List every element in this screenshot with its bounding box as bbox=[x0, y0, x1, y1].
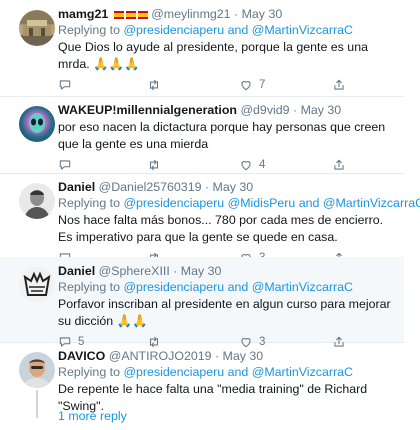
timestamp[interactable]: May 30 bbox=[213, 180, 254, 194]
avatar[interactable] bbox=[19, 10, 55, 46]
reply-button[interactable] bbox=[58, 78, 78, 92]
timestamp[interactable]: May 30 bbox=[181, 264, 222, 278]
like-count: 7 bbox=[259, 79, 266, 91]
spain-flag-icon bbox=[125, 11, 136, 19]
handle[interactable]: @d9vid9 bbox=[240, 103, 289, 117]
reply-button[interactable] bbox=[58, 158, 78, 172]
reply-mentions[interactable]: @presidenciaperu and @MartinVizcarraC bbox=[123, 365, 352, 379]
tweet-actions: 4 bbox=[58, 158, 400, 174]
replying-to: Replying to @presidenciaperu and @Martin… bbox=[58, 23, 353, 37]
retweet-button[interactable] bbox=[147, 78, 167, 92]
tweet-text: Nos hace falta más bonos... 780 por cada… bbox=[58, 213, 384, 244]
like-button[interactable]: 7 bbox=[239, 78, 265, 92]
tweet-5[interactable]: DAVICO @ANTIROJO2019 · May 30 Replying t… bbox=[0, 342, 404, 430]
reply-mentions[interactable]: @presidenciaperu and @MartinVizcarraC bbox=[123, 280, 352, 294]
reply-icon bbox=[59, 80, 71, 90]
share-icon bbox=[334, 79, 344, 90]
avatar[interactable] bbox=[19, 183, 55, 219]
spain-flag-icon bbox=[113, 11, 124, 19]
retweet-icon bbox=[149, 159, 159, 171]
tweet-actions: 7 bbox=[58, 78, 400, 94]
display-name[interactable]: WAKEUP!millennialgeneration bbox=[58, 103, 237, 117]
avatar[interactable] bbox=[19, 267, 55, 303]
retweet-button[interactable] bbox=[147, 158, 167, 172]
share-icon bbox=[334, 159, 344, 170]
share-button[interactable] bbox=[332, 158, 346, 172]
replying-to: Replying to @presidenciaperu and @Martin… bbox=[58, 365, 353, 379]
display-name[interactable]: mamg21 bbox=[58, 7, 108, 21]
reply-mentions[interactable]: @presidenciaperu and @MartinVizcarraC bbox=[123, 23, 352, 37]
handle[interactable]: @ANTIROJO2019 bbox=[109, 349, 212, 363]
avatar[interactable] bbox=[19, 106, 55, 142]
like-button[interactable]: 4 bbox=[239, 158, 265, 172]
more-replies-link[interactable]: 1 more reply bbox=[58, 409, 127, 423]
like-icon bbox=[241, 161, 251, 171]
tweet-text: por eso nacen la dictactura porque hay p… bbox=[58, 120, 386, 151]
tweet-2[interactable]: WAKEUP!millennialgeneration @d9vid9 · Ma… bbox=[0, 96, 404, 174]
avatar[interactable] bbox=[19, 352, 55, 388]
replying-to: Replying to @presidenciaperu @MidisPeru … bbox=[58, 195, 420, 211]
thread-line bbox=[36, 390, 38, 418]
reply-icon bbox=[59, 160, 71, 170]
replies-feed: mamg21 @meylinmg21 · May 30 Replying to … bbox=[0, 0, 420, 430]
tweet-3[interactable]: Daniel @Daniel25760319 · May 30 Replying… bbox=[0, 173, 420, 264]
like-count: 4 bbox=[259, 159, 266, 171]
display-name[interactable]: Daniel bbox=[58, 180, 95, 194]
like-icon bbox=[241, 81, 251, 91]
display-name[interactable]: DAVICO bbox=[58, 349, 105, 363]
timestamp[interactable]: May 30 bbox=[223, 349, 264, 363]
tweet-text: Que Dios lo ayude al presidente, porque … bbox=[58, 40, 368, 71]
timestamp[interactable]: May 30 bbox=[242, 7, 283, 21]
tweet-1[interactable]: mamg21 @meylinmg21 · May 30 Replying to … bbox=[0, 0, 404, 97]
tweet-4[interactable]: Daniel @SphereXIII · May 30 Replying to … bbox=[0, 257, 404, 348]
retweet-icon bbox=[149, 79, 159, 91]
spain-flag-icon bbox=[137, 11, 148, 19]
reply-mentions[interactable]: @presidenciaperu @MidisPeru and @MartinV… bbox=[123, 196, 420, 210]
replying-to: Replying to @presidenciaperu and @Martin… bbox=[58, 280, 353, 294]
share-button[interactable] bbox=[332, 78, 346, 92]
handle[interactable]: @meylinmg21 bbox=[151, 7, 230, 21]
tweet-text: Porfavor inscriban al presidente en algu… bbox=[58, 297, 391, 328]
handle[interactable]: @Daniel25760319 bbox=[99, 180, 202, 194]
handle[interactable]: @SphereXIII bbox=[99, 264, 170, 278]
display-name[interactable]: Daniel bbox=[58, 264, 95, 278]
timestamp[interactable]: May 30 bbox=[301, 103, 342, 117]
